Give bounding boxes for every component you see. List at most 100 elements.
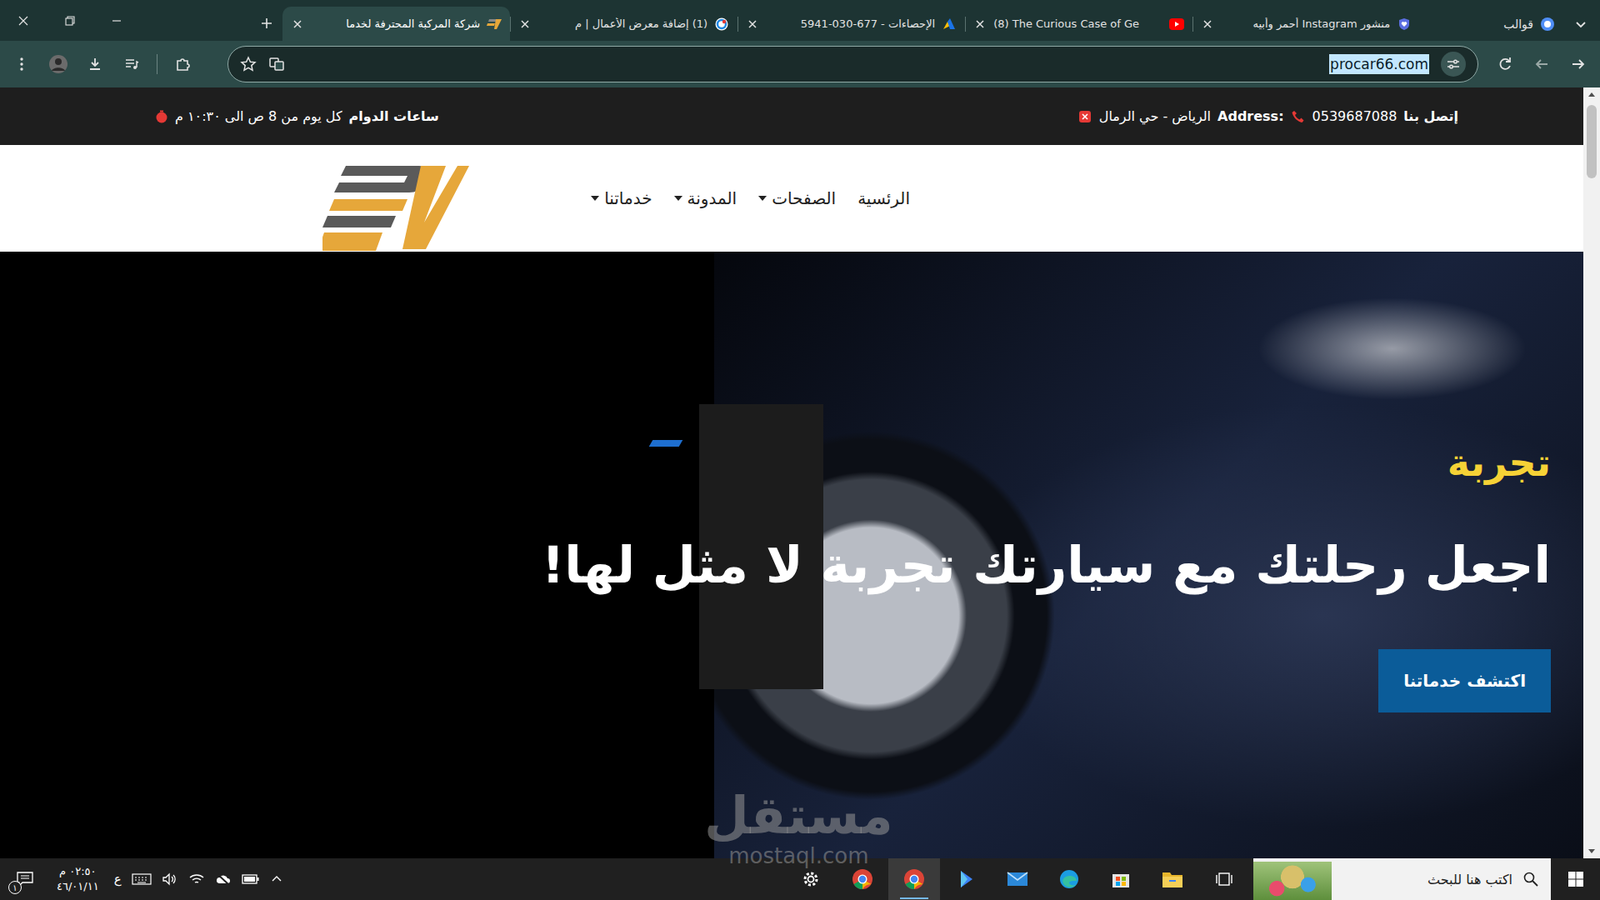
playlist-icon	[123, 55, 140, 73]
settings-icon	[800, 869, 821, 890]
close-icon	[17, 15, 30, 27]
working-hours: ساعات الدوام كل يوم من 8 ص الى ١٠:٣٠ م	[155, 108, 440, 125]
notifications-button[interactable]: ١	[8, 862, 42, 896]
scrollbar[interactable]	[1583, 87, 1600, 859]
nav-item[interactable]: المدونة	[674, 188, 738, 209]
page-viewport: إتصل بنا 0539687088 Address: الرياض - حي…	[0, 87, 1600, 859]
nav-item[interactable]: الرئسية	[857, 188, 910, 209]
map-icon	[1077, 109, 1093, 125]
running-indicator	[1158, 897, 1187, 900]
task-view-icon	[1214, 869, 1235, 890]
keyboard-icon[interactable]	[131, 872, 152, 886]
back-button[interactable]	[1525, 47, 1559, 81]
menu-button[interactable]	[5, 47, 39, 81]
kebab-icon	[13, 55, 30, 73]
taskbar-app[interactable]	[1198, 858, 1250, 900]
dropdown-caret-icon	[674, 195, 683, 201]
restore-icon	[64, 15, 76, 27]
start-button[interactable]	[1550, 858, 1600, 900]
explore-services-button[interactable]: اكتشف خدماتنا	[1378, 649, 1551, 713]
system-tray: ع ٠٢:٥٠ م ٤٦/٠١/١١ ١	[0, 858, 284, 900]
site-topbar: إتصل بنا 0539687088 Address: الرياض - حي…	[0, 87, 1584, 145]
browser-tab[interactable]: منشور Instagram أحمر وأبيه	[1192, 6, 1420, 41]
scroll-thumb[interactable]	[1586, 105, 1597, 179]
language-indicator[interactable]: ع	[114, 871, 122, 887]
browser-tab[interactable]: (1) إضافة معرض الأعمال | م	[510, 6, 738, 41]
taskbar-app[interactable]	[785, 858, 837, 900]
site-logo-icon[interactable]	[322, 162, 470, 255]
plus-icon	[260, 16, 274, 30]
forward-button[interactable]	[1561, 47, 1595, 81]
reload-icon	[1496, 55, 1514, 73]
close-tab-icon[interactable]	[1200, 17, 1215, 31]
watermark: مستقل mostaql.com	[704, 790, 894, 867]
translate-icon[interactable]	[268, 55, 285, 73]
favicon-icon	[486, 16, 502, 32]
taskbar-app[interactable]	[940, 858, 992, 900]
taskbar-app[interactable]	[1095, 858, 1147, 900]
favicon-icon	[1169, 16, 1185, 32]
taskbar-app[interactable]	[1043, 858, 1095, 900]
star-icon[interactable]	[240, 55, 257, 73]
taskbar-app[interactable]	[836, 858, 889, 900]
clock[interactable]: ٠٢:٥٠ م ٤٦/٠١/١١	[51, 864, 105, 894]
tab-group-chip[interactable]: قوالب	[1491, 7, 1562, 41]
restore-button[interactable]	[46, 0, 94, 41]
desktop-screen: قوالب منشور Instagram أحمر وأبيه (8) The…	[0, 0, 1600, 900]
scroll-up-icon[interactable]	[1588, 92, 1595, 97]
site-info-icon[interactable]	[1440, 51, 1466, 77]
media-button[interactable]	[115, 47, 149, 81]
new-tab-button[interactable]	[250, 7, 283, 40]
close-window-button[interactable]	[0, 0, 47, 41]
taskbar-app[interactable]	[1146, 858, 1199, 900]
nav-item[interactable]: الصفحات	[758, 188, 836, 209]
address-bar[interactable]: procar66.com	[227, 45, 1479, 83]
tab-search-button[interactable]	[1561, 7, 1600, 41]
tab-strip: قوالب منشور Instagram أحمر وأبيه (8) The…	[0, 0, 1600, 41]
dropdown-caret-icon	[590, 195, 600, 201]
store-icon	[1110, 869, 1131, 890]
arrow-right-icon	[1570, 55, 1587, 73]
close-tab-icon[interactable]	[290, 17, 305, 31]
taskbar: اكتب هنا للبحث ع ٠٢:٥٠ م ٤٦/٠١/١١ ١	[0, 858, 1600, 900]
cloud-off-icon[interactable]	[215, 872, 232, 886]
site-nav: الرئسية الصفحات المدونة خدماتنا	[0, 145, 1584, 252]
extensions-button[interactable]	[165, 47, 200, 81]
running-indicator	[1210, 897, 1239, 900]
download-button[interactable]	[78, 47, 112, 81]
taskbar-app[interactable]	[991, 858, 1044, 900]
folder-icon	[1161, 869, 1184, 890]
mail-icon	[1006, 870, 1029, 888]
browser-tab[interactable]: الإحصاءات - 677-030-5941	[737, 6, 965, 41]
close-tab-icon[interactable]	[518, 17, 532, 31]
close-tab-icon[interactable]	[973, 17, 987, 31]
profile-button[interactable]	[41, 47, 75, 81]
favicon-icon	[941, 16, 957, 32]
hero-content: تجربة اجعل رحلتك مع سيارتك تجربة لا مثل …	[0, 251, 1584, 713]
search-icon	[1522, 870, 1540, 888]
minimize-button[interactable]	[93, 0, 140, 41]
nav-menu: الرئسية الصفحات المدونة خدماتنا	[590, 188, 910, 209]
toolbar-separator	[156, 54, 158, 75]
browser-tab[interactable]: شركة المركبة المحترفة لخدما	[282, 6, 510, 41]
contact-info: إتصل بنا 0539687088 Address: الرياض - حي…	[1077, 108, 1459, 125]
browser-tab[interactable]: (8) The Curious Case of Ge	[965, 6, 1193, 41]
chevron-up-icon[interactable]	[270, 872, 284, 886]
nav-item[interactable]: خدماتنا	[590, 188, 652, 209]
scroll-down-icon[interactable]	[1588, 849, 1595, 854]
web-page: إتصل بنا 0539687088 Address: الرياض - حي…	[0, 87, 1584, 859]
notification-count: ١	[8, 880, 22, 895]
battery-icon[interactable]	[241, 873, 260, 885]
running-indicator	[1003, 897, 1032, 900]
running-indicator	[848, 897, 877, 900]
running-indicator	[1106, 897, 1135, 900]
running-indicator	[900, 897, 929, 900]
url-text[interactable]: procar66.com	[1329, 54, 1430, 75]
running-indicator	[951, 897, 980, 900]
speaker-icon[interactable]	[161, 872, 179, 886]
reload-button[interactable]	[1488, 47, 1522, 81]
wifi-icon[interactable]	[188, 872, 205, 886]
taskbar-app[interactable]	[888, 858, 940, 900]
close-tab-icon[interactable]	[745, 17, 760, 31]
taskbar-search[interactable]: اكتب هنا للبحث	[1253, 858, 1551, 900]
